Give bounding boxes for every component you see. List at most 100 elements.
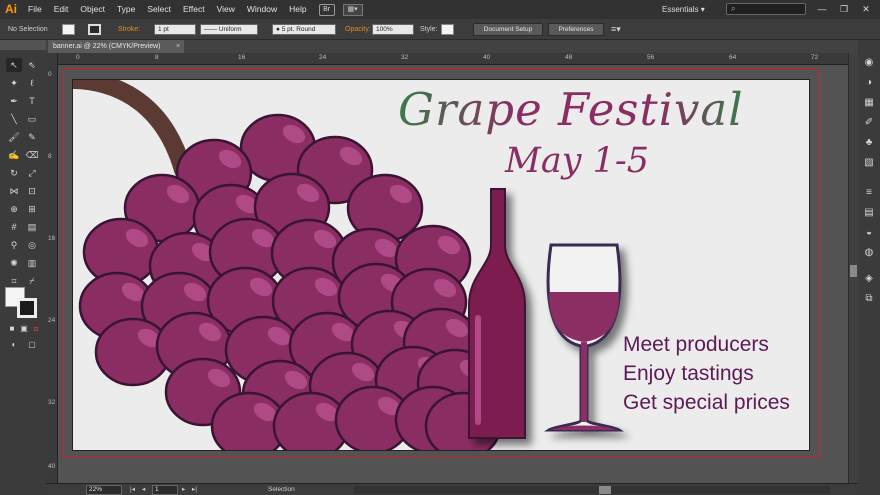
gradient-tool-icon[interactable]: ▤ <box>24 220 40 234</box>
ruler-tick-label: 16 <box>238 54 246 61</box>
ruler-tick-label: 72 <box>811 54 819 61</box>
lasso-tool-icon[interactable]: ℓ <box>24 76 40 90</box>
menu-view[interactable]: View <box>211 0 241 19</box>
menu-window[interactable]: Window <box>241 0 283 19</box>
opacity-label[interactable]: Opacity: <box>345 19 371 40</box>
shape-builder-tool-icon[interactable]: ⊕ <box>6 202 22 216</box>
bridge-button[interactable]: Br <box>318 3 335 16</box>
canvas-area[interactable]: Grape Festival May 1-5 Meet producers En… <box>58 65 848 483</box>
artboard-tool-icon[interactable]: ⌗ <box>6 274 22 288</box>
document-setup-button[interactable]: Document Setup <box>473 23 543 36</box>
blend-tool-icon[interactable]: ◎ <box>24 238 40 252</box>
variable-width-profile-select[interactable]: —— Uniform <box>200 24 258 35</box>
opacity-field[interactable]: 100% <box>372 24 414 35</box>
feature-item: Get special prices <box>623 391 790 414</box>
current-tool-status[interactable]: Selection <box>268 484 295 495</box>
swatches-panel-icon[interactable]: ▦ <box>862 96 876 110</box>
last-artboard-icon[interactable]: ▸| <box>192 484 197 495</box>
eraser-tool-icon[interactable]: ⌫ <box>24 148 40 162</box>
screen-mode-icon[interactable]: ▢ <box>24 338 40 352</box>
ruler-tick-label: 8 <box>155 54 159 61</box>
magic-wand-tool-icon[interactable]: ✦ <box>6 76 22 90</box>
control-bar: No Selection Stroke: 1 pt —— Uniform ● 5… <box>0 19 880 40</box>
wine-bottle <box>468 188 526 439</box>
artboard-number-field[interactable]: 1 <box>152 485 178 495</box>
scrollbar-thumb[interactable] <box>850 265 857 277</box>
width-tool-icon[interactable]: ⋈ <box>6 184 22 198</box>
menu-help[interactable]: Help <box>283 0 312 19</box>
panel-menu-icon[interactable]: ≡▾ <box>611 19 621 40</box>
brushes-panel-icon[interactable]: ✐ <box>862 116 876 130</box>
mesh-tool-icon[interactable]: # <box>6 220 22 234</box>
perspective-grid-tool-icon[interactable]: ⊞ <box>24 202 40 216</box>
minimize-button[interactable]: — <box>812 0 832 19</box>
stroke-swatch[interactable] <box>17 298 37 318</box>
free-transform-tool-icon[interactable]: ⊡ <box>24 184 40 198</box>
artboard[interactable]: Grape Festival May 1-5 Meet producers En… <box>72 79 810 451</box>
menu-file[interactable]: File <box>22 0 48 19</box>
menu-effect[interactable]: Effect <box>177 0 211 19</box>
first-artboard-icon[interactable]: |◂ <box>130 484 135 495</box>
close-icon[interactable]: × <box>176 40 180 53</box>
gradient-panel-icon[interactable]: ▤ <box>862 206 876 220</box>
profile-label: Uniform <box>218 26 242 33</box>
zoom-select[interactable]: 22% <box>86 485 122 495</box>
close-button[interactable]: ✕ <box>856 0 876 19</box>
scrollbar-thumb[interactable] <box>599 486 611 494</box>
horizontal-scrollbar[interactable] <box>354 486 830 494</box>
paintbrush-tool-icon[interactable]: 🖌 <box>6 130 22 144</box>
stroke-label[interactable]: Stroke: <box>118 19 140 40</box>
next-artboard-icon[interactable]: ▸ <box>182 484 185 495</box>
fill-color-swatch[interactable] <box>62 24 75 35</box>
brush-definition-select[interactable]: ● 5 pt. Round <box>272 24 336 35</box>
ruler-tick-label: 40 <box>48 463 56 470</box>
draw-mode-icon[interactable]: ◐ <box>6 338 22 352</box>
blob-brush-tool-icon[interactable]: ✍ <box>6 148 22 162</box>
artboards-panel-icon[interactable]: ⧉ <box>862 292 876 306</box>
stroke-weight-field[interactable]: 1 pt <box>154 24 196 35</box>
wine-glass <box>544 243 624 432</box>
selection-tool-icon[interactable]: ↖ <box>6 58 22 72</box>
transparency-panel-icon[interactable]: ◒ <box>862 226 876 240</box>
ruler-tick-label: 32 <box>48 399 56 406</box>
arrange-documents-button[interactable]: ▦▾ <box>342 3 363 16</box>
menu-type[interactable]: Type <box>111 0 141 19</box>
ruler-tick-label: 0 <box>48 71 52 78</box>
help-search-input[interactable]: ⌕ <box>726 3 806 15</box>
previous-artboard-icon[interactable]: ◂ <box>142 484 145 495</box>
slice-tool-icon[interactable]: ⌿ <box>24 274 40 288</box>
layers-panel-icon[interactable]: ◈ <box>862 272 876 286</box>
pen-tool-icon[interactable]: ✒ <box>6 94 22 108</box>
panel-dock: ◉ ◑ ▦ ✐ ♣ ▧ ≡ ▤ ◒ ◍ ◈ ⧉ <box>858 40 880 495</box>
column-graph-tool-icon[interactable]: ▥ <box>24 256 40 270</box>
rotate-tool-icon[interactable]: ↻ <box>6 166 22 180</box>
menu-edit[interactable]: Edit <box>48 0 75 19</box>
stroke-panel-icon[interactable]: ≡ <box>862 186 876 200</box>
workspace-switcher[interactable]: Essentials ▾ <box>662 0 705 19</box>
maximize-button[interactable]: ❐ <box>834 0 854 19</box>
appearance-panel-icon[interactable]: ◍ <box>862 246 876 260</box>
symbol-sprayer-tool-icon[interactable]: ✺ <box>6 256 22 270</box>
preferences-button[interactable]: Preferences <box>548 23 604 36</box>
color-guide-icon[interactable]: ◑ <box>862 76 876 90</box>
graphic-styles-icon[interactable]: ▧ <box>862 156 876 170</box>
symbols-panel-icon[interactable]: ♣ <box>862 136 876 150</box>
graphic-style-swatch[interactable] <box>441 24 454 35</box>
direct-selection-tool-icon[interactable]: ⇖ <box>24 58 40 72</box>
scale-tool-icon[interactable]: ⤢ <box>24 166 40 180</box>
menu-select[interactable]: Select <box>141 0 177 19</box>
type-tool-icon[interactable]: T <box>24 94 40 108</box>
menu-object[interactable]: Object <box>74 0 111 19</box>
ruler-tick-label: 24 <box>48 317 56 324</box>
document-tab[interactable]: banner.ai @ 22% (CMYK/Preview) × <box>48 40 184 53</box>
eyedropper-tool-icon[interactable]: ⚲ <box>6 238 22 252</box>
search-icon: ⌕ <box>731 4 736 13</box>
stroke-color-swatch[interactable] <box>88 24 101 35</box>
line-tool-icon[interactable]: ╲ <box>6 112 22 126</box>
rectangle-tool-icon[interactable]: ▭ <box>24 112 40 126</box>
pencil-tool-icon[interactable]: ✎ <box>24 130 40 144</box>
none-mode-icon[interactable]: ⧄ <box>28 322 44 336</box>
vertical-scrollbar[interactable] <box>848 53 858 483</box>
banner-feature-list: Meet producers Enjoy tastings Get specia… <box>623 330 790 417</box>
color-panel-icon[interactable]: ◉ <box>862 56 876 70</box>
